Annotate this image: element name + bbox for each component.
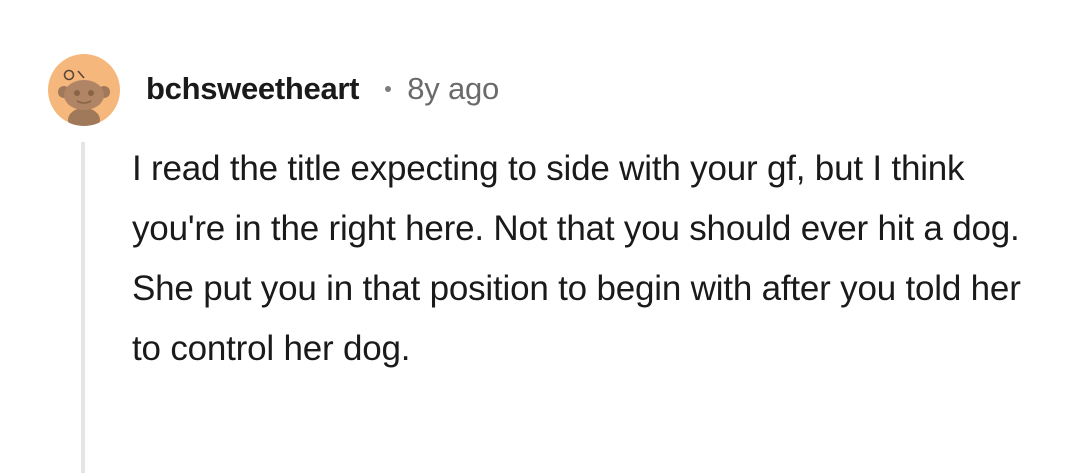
comment-header: bchsweetheart 8y ago [146,66,499,112]
timestamp: 8y ago [407,71,500,106]
thread-collapse-line[interactable] [81,142,85,473]
username-link[interactable]: bchsweetheart [146,71,359,107]
snoo-avatar-icon [58,69,110,126]
dot-separator-icon [385,86,392,92]
user-avatar[interactable] [48,54,120,126]
comment: bchsweetheart 8y ago I read the title ex… [0,0,1080,473]
comment-body: I read the title expecting to side with … [132,149,1021,368]
